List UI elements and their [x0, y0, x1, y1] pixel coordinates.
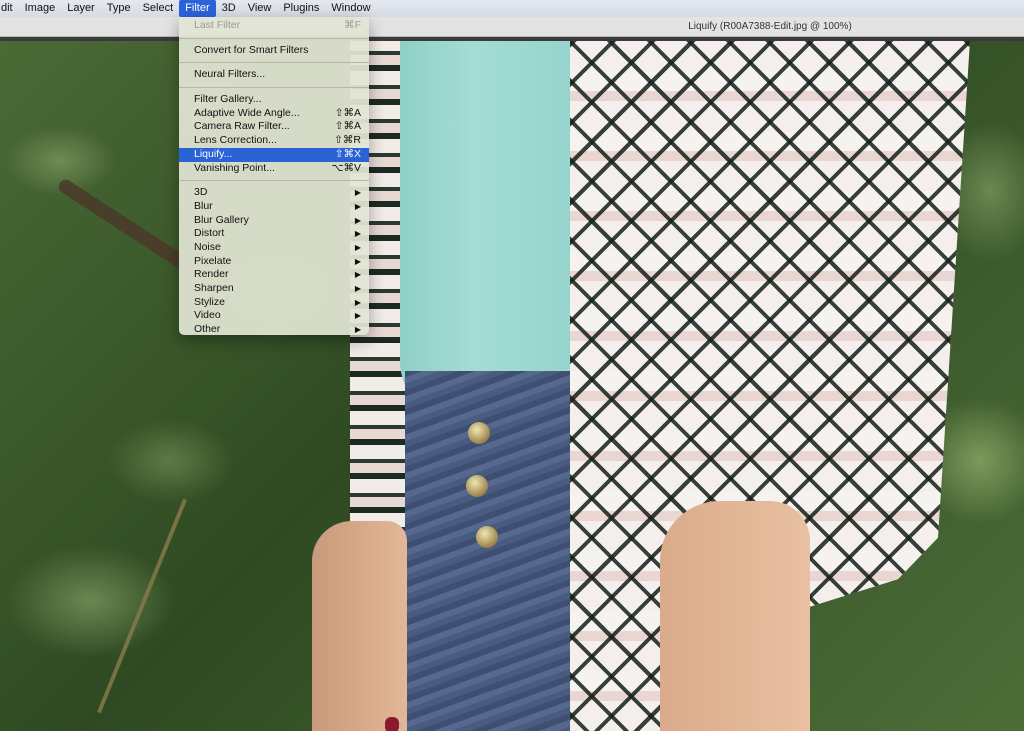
menu-item-blur-gallery[interactable]: Blur Gallery ▶ — [179, 214, 369, 228]
menu-select[interactable]: Select — [137, 0, 180, 17]
image-canvas[interactable] — [0, 41, 1024, 731]
shortcut-label: ⌥⌘V — [331, 161, 361, 174]
menu-item-label: Liquify... — [194, 147, 233, 160]
menu-item-label: Neural Filters... — [194, 68, 266, 81]
menu-item-lens-correction[interactable]: Lens Correction... ⇧⌘R — [179, 134, 369, 148]
menu-item-label: Lens Correction... — [194, 134, 277, 147]
menu-item-label: Other — [194, 323, 221, 336]
menu-item-3d[interactable]: 3D ▶ — [179, 186, 369, 200]
menu-filter[interactable]: Filter — [179, 0, 216, 17]
plant-stem — [97, 498, 187, 714]
shortcut-label: ⇧⌘X — [334, 147, 361, 160]
shortcut-label: ⇧⌘R — [334, 134, 361, 147]
menu-item-convert-smart-filters[interactable]: Convert for Smart Filters — [179, 44, 369, 58]
jeans-button — [466, 475, 488, 497]
menu-image[interactable]: Image — [19, 0, 62, 17]
shortcut-label: ⇧⌘A — [334, 120, 361, 133]
document-title: Liquify (R00A7388-Edit.jpg @ 100%) — [688, 21, 852, 32]
submenu-arrow-icon: ▶ — [354, 256, 361, 266]
submenu-arrow-icon: ▶ — [354, 284, 361, 293]
menu-item-distort[interactable]: Distort ▶ — [179, 227, 369, 241]
menu-item-liquify[interactable]: Liquify... ⇧⌘X — [179, 147, 369, 162]
menu-item-filter-gallery[interactable]: Filter Gallery... — [179, 93, 369, 107]
submenu-arrow-icon: ▶ — [354, 229, 361, 239]
mint-shirt — [400, 41, 578, 421]
right-arm — [660, 501, 810, 731]
menu-item-label: Blur Gallery — [194, 213, 249, 226]
menu-item-label: Blur — [194, 199, 213, 212]
menu-3d[interactable]: 3D — [216, 0, 242, 17]
menu-separator — [179, 87, 369, 89]
left-arm — [312, 521, 407, 731]
menu-item-label: Stylize — [194, 295, 225, 308]
menu-item-label: Last Filter — [194, 19, 241, 31]
tree-branch — [56, 177, 198, 277]
menu-type[interactable]: Type — [101, 0, 137, 17]
menu-item-label: Render — [194, 268, 229, 281]
menu-item-stylize[interactable]: Stylize ▶ — [179, 296, 369, 310]
jeans-button — [476, 526, 498, 548]
menu-item-other[interactable]: Other ▶ — [179, 323, 369, 337]
submenu-arrow-icon: ▶ — [354, 215, 361, 225]
submenu-arrow-icon: ▶ — [354, 311, 361, 321]
menu-item-sharpen[interactable]: Sharpen ▶ — [179, 282, 369, 296]
menu-item-label: Adaptive Wide Angle... — [194, 106, 300, 119]
menu-item-camera-raw-filter[interactable]: Camera Raw Filter... ⇧⌘A — [179, 120, 369, 134]
menu-separator — [179, 62, 369, 64]
menu-separator — [179, 37, 369, 39]
filter-menu-dropdown: Last Filter ⌘F Convert for Smart Filters… — [179, 17, 369, 335]
menu-item-noise[interactable]: Noise ▶ — [179, 241, 369, 255]
menu-item-label: Convert for Smart Filters — [194, 43, 309, 56]
fingernail — [385, 717, 399, 731]
menu-item-render[interactable]: Render ▶ — [179, 268, 369, 282]
menu-item-label: Video — [194, 309, 221, 322]
denim-jeans — [405, 371, 570, 731]
menu-item-label: Noise — [194, 240, 221, 253]
menu-item-vanishing-point[interactable]: Vanishing Point... ⌥⌘V — [179, 162, 369, 176]
menu-bar: dit Image Layer Type Select Filter 3D Vi… — [0, 0, 1024, 17]
menu-separator — [179, 179, 369, 181]
menu-window[interactable]: Window — [325, 0, 376, 17]
menu-item-label: Pixelate — [194, 254, 232, 267]
shortcut-label: ⇧⌘A — [334, 106, 361, 119]
submenu-arrow-icon: ▶ — [354, 325, 361, 335]
menu-item-label: Vanishing Point... — [194, 161, 275, 174]
menu-item-label: 3D — [194, 186, 208, 199]
menu-edit[interactable]: dit — [0, 0, 19, 17]
submenu-arrow-icon: ▶ — [354, 188, 361, 198]
menu-item-label: Distort — [194, 227, 225, 240]
menu-item-video[interactable]: Video ▶ — [179, 309, 369, 323]
shortcut-label: ⌘F — [344, 19, 361, 31]
jeans-button — [468, 422, 490, 444]
submenu-arrow-icon: ▶ — [354, 242, 361, 252]
document-title-bar: Liquify (R00A7388-Edit.jpg @ 100%) — [0, 17, 1024, 37]
submenu-arrow-icon: ▶ — [354, 297, 361, 307]
submenu-arrow-icon: ▶ — [354, 270, 361, 280]
menu-view[interactable]: View — [242, 0, 278, 17]
menu-item-label: Sharpen — [194, 282, 234, 294]
submenu-arrow-icon: ▶ — [354, 201, 361, 211]
menu-item-adaptive-wide-angle[interactable]: Adaptive Wide Angle... ⇧⌘A — [179, 107, 369, 121]
menu-item-label: Camera Raw Filter... — [194, 120, 290, 133]
menu-item-label: Filter Gallery... — [194, 93, 262, 106]
menu-plugins[interactable]: Plugins — [277, 0, 325, 17]
menu-layer[interactable]: Layer — [61, 0, 101, 17]
menu-item-neural-filters[interactable]: Neural Filters... — [179, 68, 369, 82]
menu-item-pixelate[interactable]: Pixelate ▶ — [179, 255, 369, 269]
menu-item-last-filter: Last Filter ⌘F — [179, 19, 369, 33]
menu-item-blur[interactable]: Blur ▶ — [179, 200, 369, 214]
